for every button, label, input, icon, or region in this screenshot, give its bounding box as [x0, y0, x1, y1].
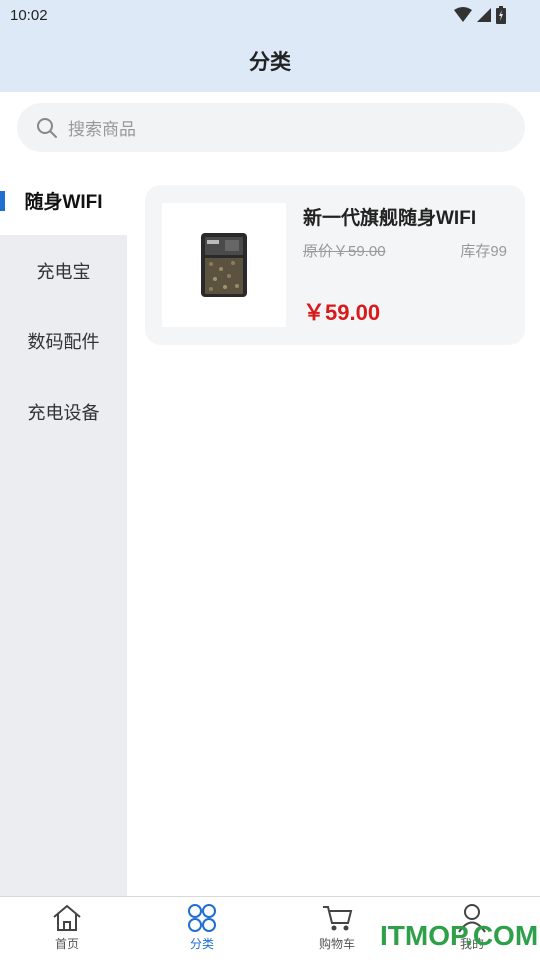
search-icon	[37, 117, 57, 138]
pocket-wifi-device-image	[201, 233, 247, 297]
sidebar-item-label: 随身WIFI	[24, 191, 103, 213]
product-name: 新一代旗舰随身WIFI	[303, 208, 477, 229]
search-placeholder: 搜索商品	[68, 120, 136, 139]
status-icons	[454, 6, 506, 24]
status-time: 10:02	[10, 7, 48, 24]
cart-icon	[323, 906, 353, 931]
search-input[interactable]: 搜索商品	[17, 103, 525, 152]
product-card[interactable]: 新一代旗舰随身WIFI 原价￥59.00 库存99 ￥59.00	[145, 185, 525, 345]
tab-cart[interactable]: 购物车	[297, 903, 377, 952]
sidebar-item-label: 数码配件	[27, 332, 100, 352]
product-price: ￥59.00	[303, 300, 381, 325]
tab-home[interactable]: 首页	[27, 903, 107, 952]
sidebar-item-power-bank[interactable]: 充电宝	[0, 236, 127, 306]
wifi-icon	[454, 7, 472, 22]
tab-label: 购物车	[318, 937, 355, 951]
original-price: 原价￥59.00	[303, 243, 386, 260]
home-icon	[53, 904, 81, 931]
sidebar-item-label: 充电宝	[36, 262, 91, 282]
stock-count: 库存99	[460, 243, 507, 260]
sidebar-item-digital-accessories[interactable]: 数码配件	[0, 306, 127, 376]
sidebar-item-label: 充电设备	[27, 403, 100, 423]
sidebar-item-wifi[interactable]: 随身WIFI	[0, 165, 127, 235]
product-image[interactable]	[162, 203, 286, 327]
tab-label: 分类	[189, 937, 214, 951]
watermark: ITMOP.COM	[380, 920, 539, 951]
top-bar: 10:02 分类	[0, 0, 540, 92]
category-sidebar: 随身WIFI 充电宝 数码配件 充电设备	[0, 165, 127, 896]
page-title: 分类	[249, 51, 291, 74]
signal-icon	[477, 8, 491, 22]
category-icon	[188, 904, 216, 932]
tab-label: 首页	[54, 937, 79, 951]
battery-icon	[496, 6, 506, 24]
active-indicator	[0, 191, 5, 211]
tab-category[interactable]: 分类	[162, 903, 242, 952]
sidebar-item-charging-equipment[interactable]: 充电设备	[0, 377, 127, 447]
status-bar: 10:02	[0, 0, 540, 32]
